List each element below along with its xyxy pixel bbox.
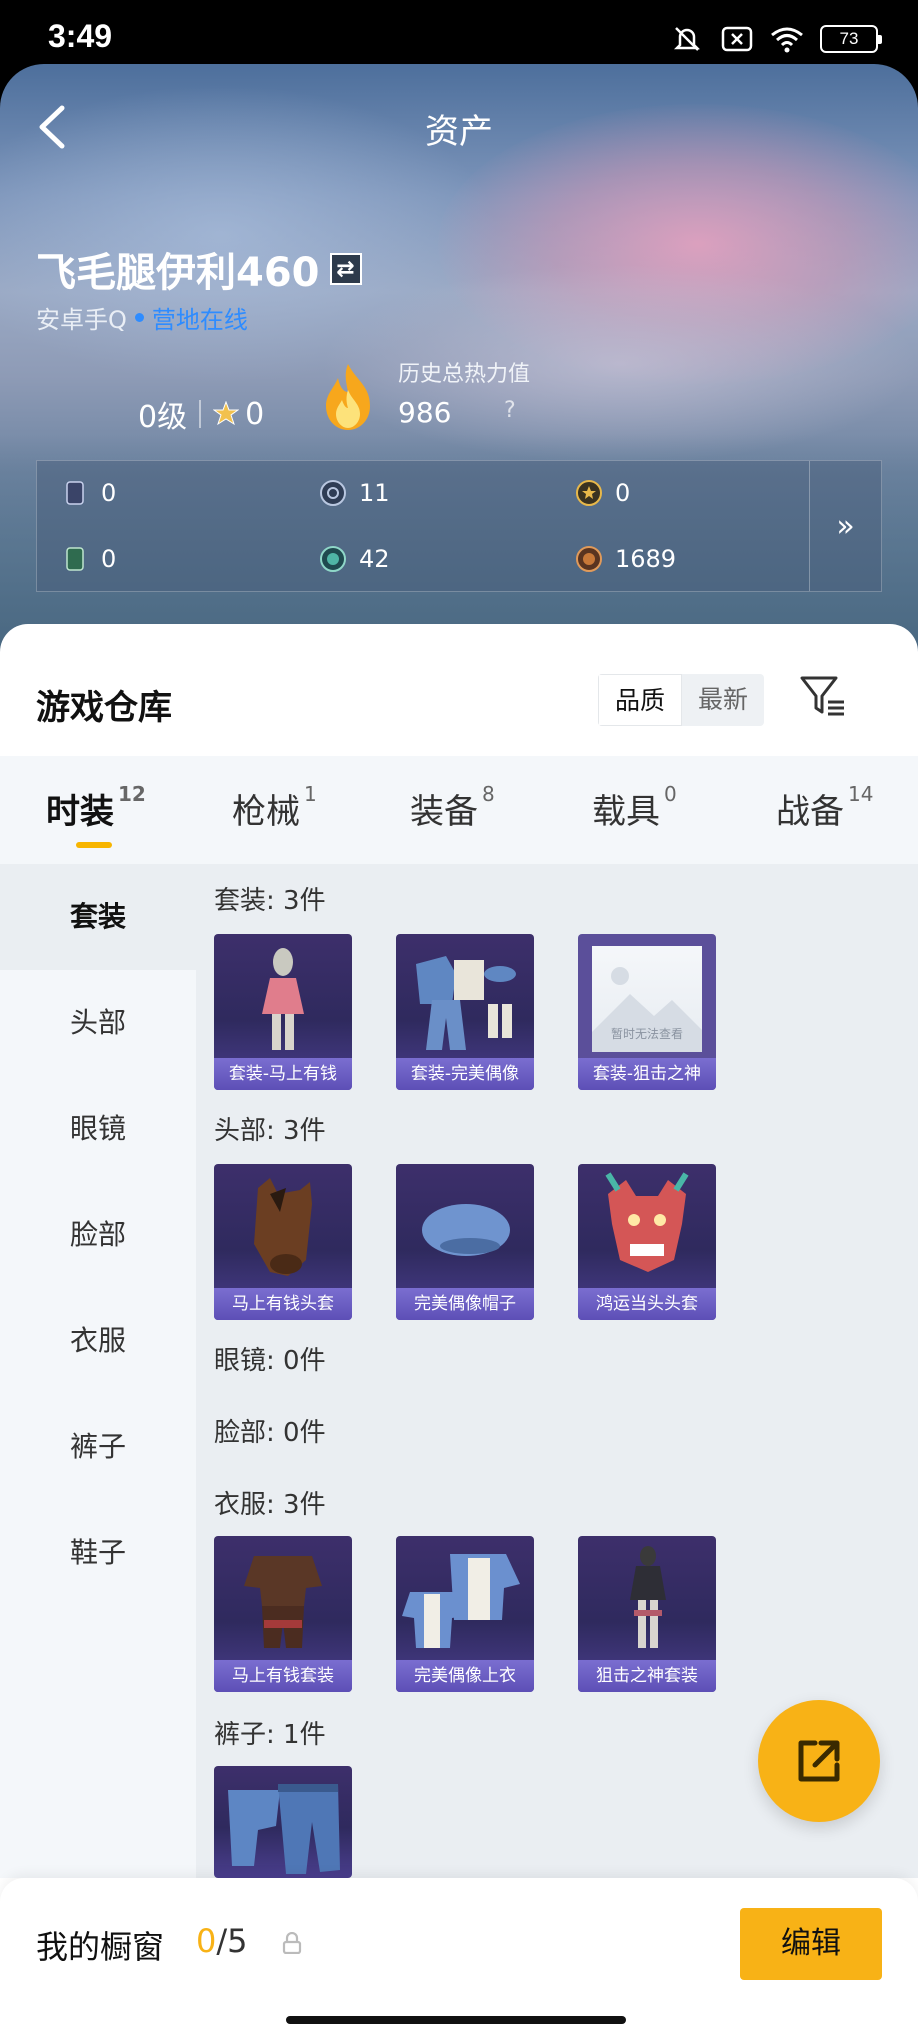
silver-coin-icon: [320, 480, 346, 506]
resource-item: 1689: [575, 545, 676, 573]
sidebar-item-face[interactable]: 脸部: [0, 1182, 196, 1288]
sidebar-item-shoes[interactable]: 鞋子: [0, 1500, 196, 1606]
medal-count: 0: [245, 396, 265, 432]
item-card[interactable]: 完美偶像上衣: [396, 1536, 534, 1692]
card-icon: [66, 481, 84, 505]
showcase-count: 0/5: [196, 1922, 248, 1960]
sort-toggle: 品质 最新: [598, 674, 765, 726]
item-card[interactable]: 完美偶像帽子: [396, 1164, 534, 1320]
section-label-face: 脸部: 0件: [214, 1418, 326, 1448]
platform-line: 安卓手Q 营地在线: [36, 300, 248, 335]
heat-help-icon[interactable]: ?: [504, 398, 516, 423]
gold-coin-icon: [576, 480, 602, 506]
sidebar-item-clothes[interactable]: 衣服: [0, 1288, 196, 1394]
warehouse-sheet: 游戏仓库 品质 最新 时装 12 枪械 1 装备 8 载具 0 战备 14 套装 头部 眼…: [0, 624, 918, 2040]
active-tab-indicator: [76, 842, 112, 848]
item-card[interactable]: 马上有钱套装: [214, 1536, 352, 1692]
item-card[interactable]: 暂时无法查看 套装-狙击之神: [578, 934, 716, 1090]
brown-outfit-icon: [244, 1556, 322, 1648]
showcase-label: 我的橱窗: [36, 1928, 165, 1966]
lock-icon: [282, 1932, 302, 1954]
item-card[interactable]: 狙击之神套装: [578, 1536, 716, 1692]
resource-item: 42: [319, 545, 390, 573]
section-label-glasses: 眼镜: 0件: [214, 1346, 326, 1376]
outfit-figure-icon: [262, 948, 304, 1050]
switch-account-icon[interactable]: ⇄: [329, 253, 362, 285]
sort-quality-option[interactable]: 品质: [598, 674, 683, 726]
tab-fashion[interactable]: 时装 12: [46, 782, 146, 833]
lion-mask-icon: [605, 1172, 689, 1272]
platform-label: 安卓手Q: [36, 306, 127, 334]
filter-icon[interactable]: [798, 672, 848, 722]
section-label-suits: 套装: 3件: [214, 886, 326, 916]
heat-flame-icon: [326, 364, 370, 430]
no-sim-icon: [720, 22, 754, 56]
item-card[interactable]: 套装-完美偶像: [396, 934, 534, 1090]
green-card-icon: [66, 547, 84, 571]
online-dot-icon: [134, 313, 144, 322]
tab-vehicles[interactable]: 载具 0: [592, 782, 677, 833]
medal-icon: [213, 401, 240, 426]
battery-indicator: 73: [820, 25, 882, 53]
player-name: 飞毛腿伊利460: [36, 250, 320, 296]
resource-item: 0: [61, 479, 116, 507]
sidebar-item-glasses[interactable]: 眼镜: [0, 1076, 196, 1182]
share-icon: [798, 1740, 840, 1782]
sidebar-item-suits[interactable]: 套装: [0, 864, 196, 970]
page-title: 资产: [425, 112, 493, 152]
category-tabs: 时装 12 枪械 1 装备 8 载具 0 战备 14: [0, 756, 918, 864]
resource-panel: 0 11 0 0 42 1689 »: [36, 460, 882, 592]
resource-item: 0: [575, 479, 630, 507]
item-card[interactable]: 套装-马上有钱: [214, 934, 352, 1090]
sniper-outfit-icon: [630, 1546, 666, 1648]
jeans-icon: [228, 1784, 340, 1874]
outfit-set-icon: [416, 956, 516, 1050]
divider: [199, 400, 202, 428]
section-label-clothes: 衣服: 3件: [214, 1490, 326, 1520]
resource-item: 0: [61, 545, 116, 573]
tab-supplies[interactable]: 战备 14: [776, 782, 873, 833]
level-text: 0级: [138, 400, 188, 435]
item-card[interactable]: [214, 1766, 352, 1878]
tab-guns[interactable]: 枪械 1: [232, 782, 317, 833]
edit-button[interactable]: 编辑: [740, 1908, 882, 1980]
player-name-row: 飞毛腿伊利460 ⇄: [36, 240, 362, 298]
resources-more-button[interactable]: »: [809, 461, 881, 591]
wifi-icon: [770, 22, 804, 56]
image-unavailable-icon: 暂时无法查看: [592, 946, 702, 1052]
idol-jacket-icon: [402, 1554, 520, 1648]
sidebar-item-pants[interactable]: 裤子: [0, 1394, 196, 1500]
sidebar-item-head[interactable]: 头部: [0, 970, 196, 1076]
teal-coin-icon: [320, 546, 346, 572]
tab-equipment[interactable]: 装备 8: [410, 782, 495, 833]
share-button[interactable]: [758, 1700, 880, 1822]
section-label-pants: 裤子: 1件: [214, 1720, 326, 1750]
bronze-coin-icon: [576, 546, 602, 572]
section-label-head: 头部: 3件: [214, 1116, 326, 1146]
status-icons: 73: [670, 22, 882, 56]
sidebar: 套装 头部 眼镜 脸部 衣服 裤子 鞋子: [0, 864, 196, 1878]
item-card[interactable]: 马上有钱头套: [214, 1164, 352, 1320]
horse-mask-icon: [254, 1178, 312, 1276]
beret-icon: [422, 1204, 510, 1256]
resource-item: 11: [319, 479, 390, 507]
item-card[interactable]: 鸿运当头头套: [578, 1164, 716, 1320]
online-status: 营地在线: [151, 306, 248, 334]
level-row: 0级 0: [138, 392, 264, 436]
heat-label: 历史总热力值: [398, 362, 531, 387]
heat-value: 986: [398, 396, 452, 429]
sort-newest-option[interactable]: 最新: [682, 674, 764, 726]
showcase-bar: 我的橱窗 0/5 编辑: [0, 1878, 918, 2040]
mute-icon: [670, 22, 704, 56]
warehouse-title: 游戏仓库: [36, 688, 172, 728]
home-indicator[interactable]: [286, 2016, 626, 2024]
status-time: 3:49: [48, 18, 113, 54]
